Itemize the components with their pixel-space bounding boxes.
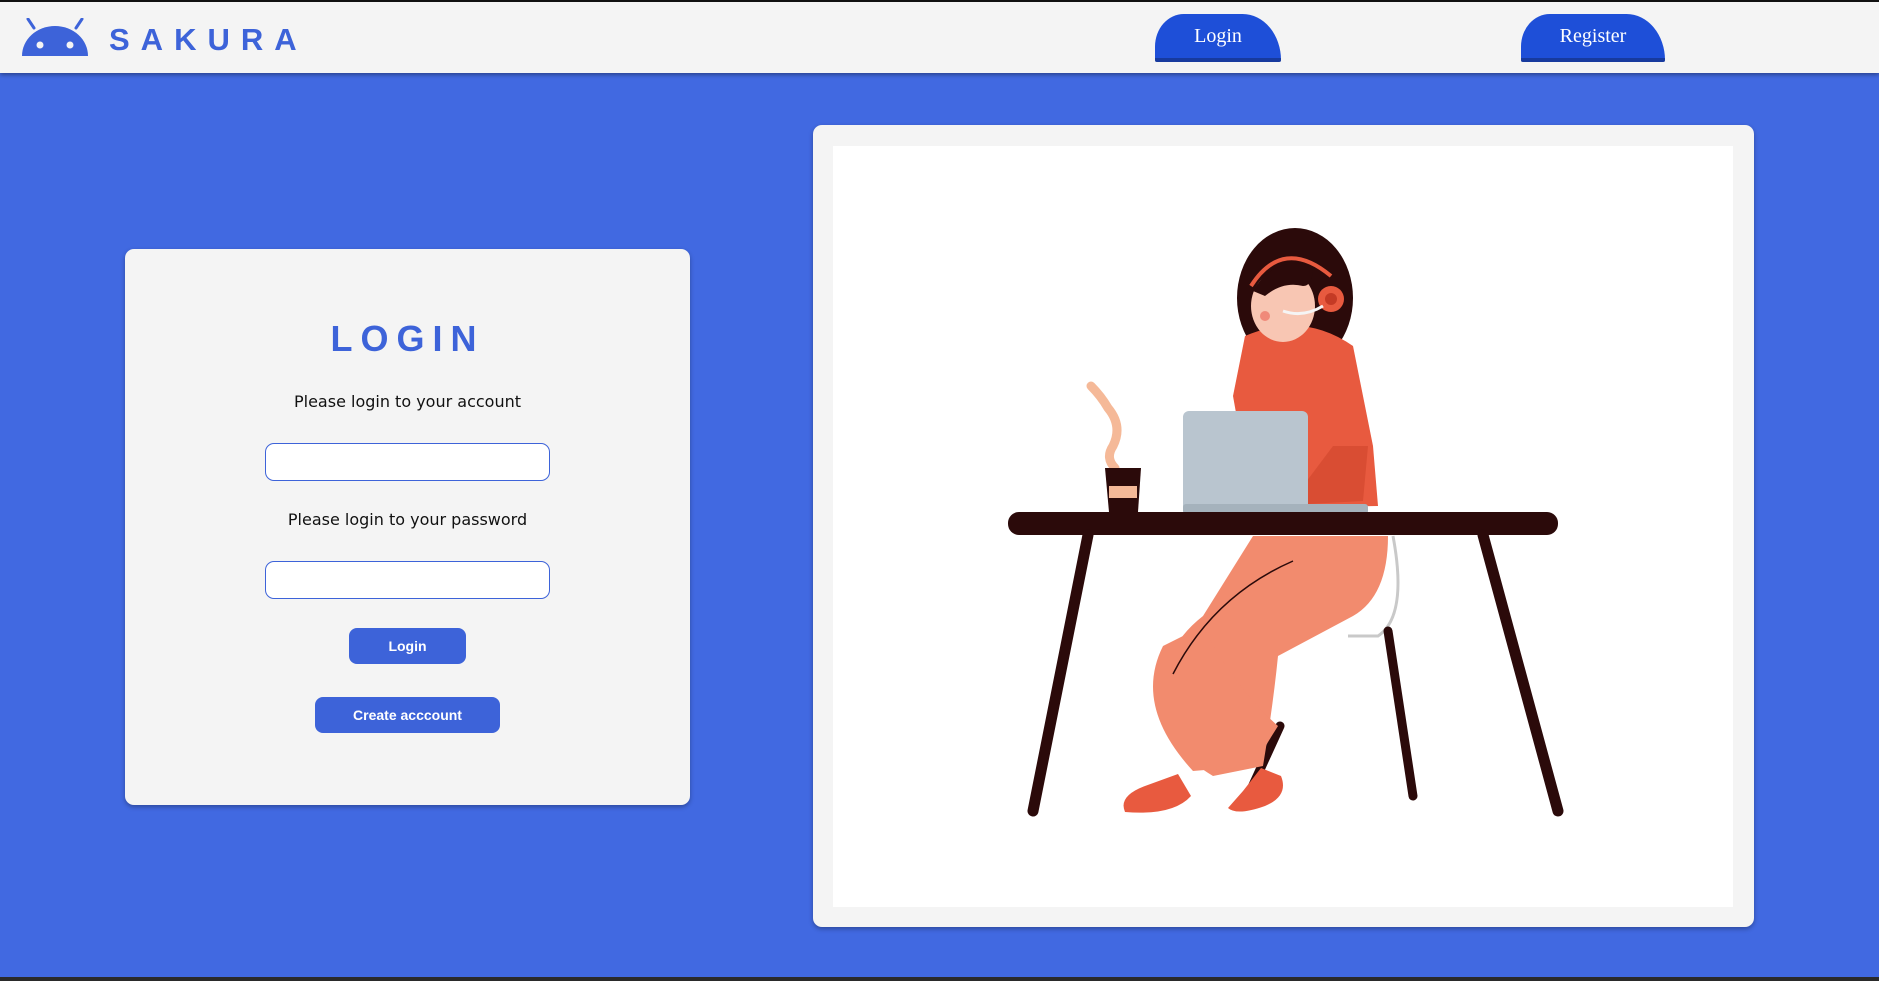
nav-login-button[interactable]: Login xyxy=(1155,14,1281,62)
login-title: LOGIN xyxy=(330,318,485,359)
woman-at-laptop-illustration xyxy=(1008,228,1564,817)
password-input[interactable] xyxy=(265,561,550,599)
create-account-button[interactable]: Create acccount xyxy=(315,697,500,733)
android-logo-icon xyxy=(22,18,88,56)
nav-register-button[interactable]: Register xyxy=(1521,14,1665,62)
illustration-frame xyxy=(833,146,1733,907)
password-prompt: Please login to your password xyxy=(287,510,528,529)
illustration-card xyxy=(813,125,1754,927)
account-prompt: Please login to your account xyxy=(293,392,522,411)
bottom-edge xyxy=(0,977,1879,981)
username-input[interactable] xyxy=(265,443,550,481)
brand-name: SAKURA xyxy=(109,22,308,57)
login-button[interactable]: Login xyxy=(349,628,466,664)
top-navbar: SAKURA Login Register xyxy=(0,0,1879,73)
